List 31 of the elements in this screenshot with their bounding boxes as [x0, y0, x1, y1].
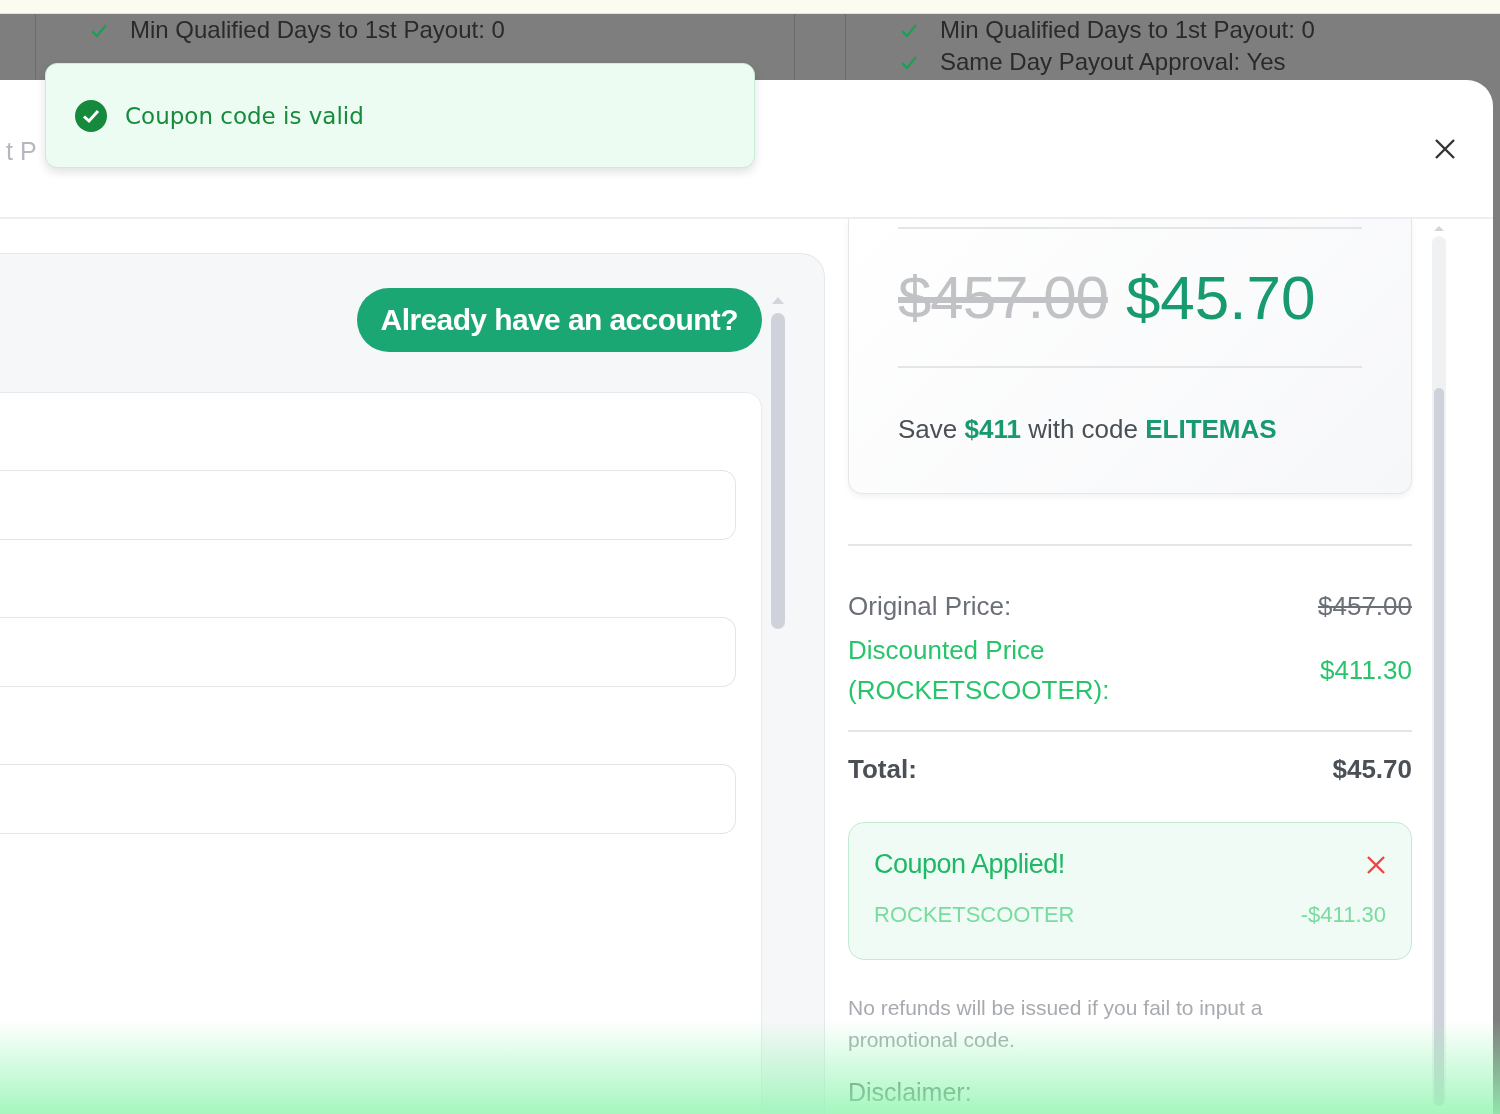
coupon-amount: -$411.30 [1300, 902, 1386, 928]
success-check-icon [75, 99, 107, 132]
scrollbar-thumb[interactable] [771, 313, 785, 629]
coupon-title: Coupon Applied! [874, 849, 1065, 880]
input-field[interactable] [0, 617, 736, 687]
feature-text: Min Qualified Days to 1st Payout: 0 [130, 16, 505, 44]
scroll-up-icon[interactable] [771, 296, 785, 305]
coupon-code: ROCKETSCOOTER [874, 902, 1075, 928]
remove-coupon-icon[interactable] [1366, 854, 1386, 875]
scroll-up-icon[interactable] [1433, 225, 1445, 232]
scrollbar-thumb[interactable] [1434, 388, 1444, 1106]
feature-text: Min Qualified Days to 1st Payout: 0 [940, 16, 1315, 44]
summary-label: Total: [848, 753, 917, 785]
refund-note: No refunds will be issued if you fail to input a promotional code. [848, 995, 1264, 1053]
summary-value: $411.30 [1319, 654, 1412, 687]
summary-value: $457.00 [1318, 590, 1412, 622]
feature-text: Same Day Payout Approval: Yes [940, 48, 1286, 76]
disclaimer-heading: Disclaimer: [848, 1078, 973, 1107]
savings-text: Save $411 with code ELITEMAS [898, 414, 1278, 445]
input-field[interactable] [0, 764, 736, 834]
summary-label: Original Price: [848, 590, 1012, 622]
summary-label: Discounted Price (ROCKETSCOOTER): [848, 634, 1111, 707]
dialog-title: t P [6, 137, 37, 166]
close-icon[interactable] [1434, 137, 1456, 160]
toast-message: Coupon code is valid [125, 102, 364, 129]
original-price: $457.00 [898, 263, 1108, 332]
login-button[interactable]: Already have an account? [356, 288, 762, 352]
input-field[interactable] [0, 470, 736, 540]
discounted-price: $45.70 [1125, 262, 1316, 333]
summary-value: $45.70 [1332, 753, 1412, 785]
scrollbar[interactable] [1432, 236, 1446, 1106]
